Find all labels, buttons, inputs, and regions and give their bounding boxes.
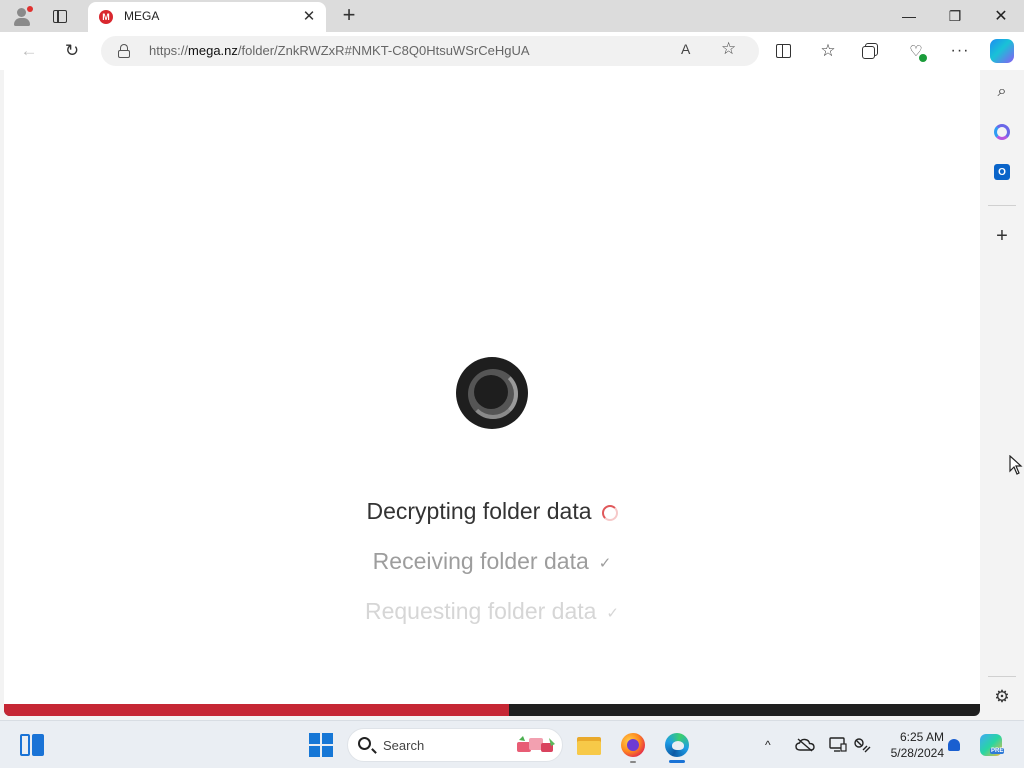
taskbar-clock[interactable]: 6:25 AM 5/28/2024	[884, 729, 944, 761]
settings-more-icon[interactable]: ···	[949, 40, 971, 62]
new-tab-button[interactable]: +	[338, 4, 360, 26]
tab-close-icon[interactable]: ✕	[300, 7, 318, 25]
start-button[interactable]	[309, 733, 333, 757]
split-screen-icon[interactable]	[772, 40, 794, 62]
read-aloud-icon[interactable]: A	[681, 41, 690, 57]
check-icon: ✓	[606, 604, 619, 622]
sidebar-settings-icon[interactable]: ⚙	[990, 685, 1014, 709]
collections-icon[interactable]	[861, 40, 883, 62]
browser-toolbar: ← ↻ https://mega.nz/folder/ZnkRWZxR#NMKT…	[0, 32, 1024, 70]
display-icon[interactable]	[829, 735, 847, 755]
browser-essentials-icon[interactable]: ♡	[905, 40, 927, 62]
taskbar-search-label: Search	[383, 738, 425, 753]
clock-time: 6:25 AM	[899, 730, 944, 744]
taskbar: Search ^ 6:25 AM 5/28/2024 PRE	[0, 720, 1024, 768]
firefox-icon[interactable]	[621, 733, 645, 757]
sidebar-divider	[988, 676, 1016, 677]
page-content: Decrypting folder data Receiving folder …	[4, 70, 980, 716]
sidebar-divider	[988, 205, 1016, 206]
check-icon: ✓	[598, 554, 612, 572]
add-favorite-icon[interactable]: ☆	[721, 39, 736, 59]
search-highlight-icon	[517, 736, 555, 752]
network-icon[interactable]	[853, 735, 871, 755]
profile-icon[interactable]	[12, 6, 33, 26]
address-bar[interactable]: https://mega.nz/folder/ZnkRWZxR#NMKT-C8Q…	[101, 36, 759, 66]
sidebar-copilot-icon[interactable]	[990, 120, 1014, 144]
tab-mega[interactable]: M MEGA ✕	[88, 2, 326, 32]
tab-title: MEGA	[124, 9, 160, 23]
lock-icon[interactable]	[118, 44, 130, 58]
onedrive-icon[interactable]	[795, 735, 815, 755]
loading-step-requesting: Requesting folder data ✓	[364, 598, 619, 624]
loading-step-decrypting: Decrypting folder data	[4, 498, 980, 525]
back-button[interactable]: ←	[18, 40, 40, 62]
edge-active-indicator	[669, 760, 685, 763]
spinner-icon	[601, 504, 618, 521]
search-icon	[358, 737, 371, 750]
notifications-bell-icon[interactable]	[948, 735, 960, 755]
title-bar: M MEGA ✕ + — ❐ ✕	[0, 0, 1024, 32]
mega-favicon-icon: M	[99, 10, 113, 24]
address-url[interactable]: https://mega.nz/folder/ZnkRWZxR#NMKT-C8Q…	[149, 43, 530, 58]
edge-sidebar: ⌕ O + ⚙	[980, 70, 1024, 720]
loading-step-receiving: Receiving folder data ✓	[372, 548, 612, 574]
restore-button[interactable]: ❐	[941, 4, 969, 28]
show-hidden-icons-icon[interactable]: ^	[765, 735, 771, 755]
sidebar-add-icon[interactable]: +	[990, 224, 1014, 248]
file-explorer-icon[interactable]	[577, 733, 601, 757]
copilot-preview-icon[interactable]: PRE	[980, 734, 1005, 756]
reload-button[interactable]: ↻	[61, 40, 83, 62]
close-window-button[interactable]: ✕	[987, 4, 1015, 28]
firefox-running-indicator	[630, 761, 636, 763]
copilot-icon[interactable]	[990, 39, 1014, 63]
favorites-icon[interactable]: ☆	[817, 40, 839, 62]
clock-date: 5/28/2024	[890, 746, 944, 760]
widgets-icon[interactable]	[20, 733, 44, 757]
edge-icon[interactable]	[665, 733, 689, 757]
loading-progress-bar	[4, 704, 980, 716]
sidebar-search-icon[interactable]: ⌕	[990, 80, 1014, 104]
progress-fill	[4, 704, 509, 716]
tab-actions-icon[interactable]	[50, 6, 70, 26]
taskbar-search-box[interactable]: Search	[347, 728, 563, 762]
minimize-button[interactable]: —	[895, 4, 923, 28]
mega-loading-logo-icon	[456, 357, 528, 429]
sidebar-outlook-icon[interactable]: O	[990, 160, 1014, 184]
